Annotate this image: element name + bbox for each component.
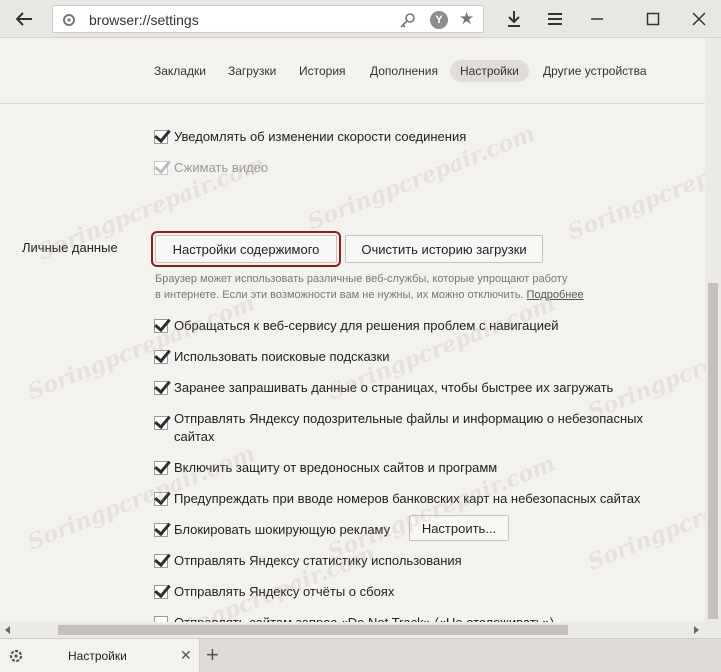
checkbox[interactable]	[154, 461, 168, 475]
settings-nav: Закладки Загрузки История Дополнения Нас…	[0, 38, 705, 104]
option-prefetch[interactable]: Заранее запрашивать данные о страницах, …	[154, 379, 613, 397]
option-usage-statistics[interactable]: Отправлять Яндексу статистику использова…	[154, 552, 462, 570]
arrow-left-icon	[15, 12, 32, 26]
checkbox	[154, 161, 168, 175]
tab-bookmarks[interactable]: Закладки	[154, 64, 206, 78]
checkbox[interactable]	[154, 523, 168, 537]
tab-history[interactable]: История	[299, 64, 346, 78]
clear-download-history-button[interactable]: Очистить историю загрузки	[345, 235, 543, 263]
browser-tab-settings[interactable]: Настройки ✕	[0, 639, 200, 672]
content-settings-button[interactable]: Настройки содержимого	[151, 231, 341, 267]
tab-other-devices[interactable]: Другие устройства	[543, 64, 647, 78]
back-button[interactable]	[10, 6, 38, 32]
watermark-text: Soringpcrepair.com	[583, 310, 705, 426]
scrollbar-corner	[705, 622, 721, 638]
more-link[interactable]: Подробнее	[527, 289, 584, 301]
settings-content: Уведомлять об изменении скорости соедине…	[0, 105, 705, 622]
minimize-icon[interactable]	[586, 8, 608, 30]
checkbox[interactable]	[154, 554, 168, 568]
checkbox[interactable]	[154, 416, 168, 430]
tab-extensions[interactable]: Дополнения	[370, 64, 438, 78]
scroll-left-icon[interactable]	[4, 626, 12, 634]
scroll-right-icon[interactable]	[692, 626, 700, 634]
checkbox[interactable]	[154, 130, 168, 144]
tab-close-icon[interactable]: ✕	[180, 647, 192, 664]
option-crash-reports[interactable]: Отправлять Яндексу отчёты о сбоях	[154, 583, 394, 601]
tab-strip: Настройки ✕ +	[0, 638, 721, 672]
vertical-scrollbar[interactable]	[705, 38, 721, 622]
option-navigation-service[interactable]: Обращаться к веб-сервису для решения про…	[154, 317, 559, 335]
key-icon[interactable]	[399, 12, 417, 28]
checkbox[interactable]	[154, 492, 168, 506]
option-block-shocking-ads[interactable]: Блокировать шокирующую рекламу	[154, 521, 390, 539]
gear-icon	[9, 649, 23, 663]
yandex-logo-icon[interactable]: Y	[430, 11, 448, 29]
watermark-text: Soringpcrepair.com	[583, 460, 705, 576]
new-tab-plus-icon[interactable]: +	[206, 643, 219, 667]
address-toolbar: browser://settings Y ★	[0, 0, 721, 38]
tab-downloads[interactable]: Загрузки	[228, 64, 276, 78]
option-do-not-track[interactable]: Отправлять сайтам запрос «Do Not Track» …	[154, 614, 554, 622]
omnibox[interactable]: browser://settings Y ★	[52, 5, 484, 33]
checkbox[interactable]	[154, 585, 168, 599]
checkbox[interactable]	[154, 381, 168, 395]
tab-title: Настройки	[68, 649, 127, 663]
vertical-scroll-thumb[interactable]	[708, 283, 718, 619]
star-icon[interactable]: ★	[459, 9, 474, 29]
menu-icon[interactable]	[544, 8, 566, 30]
watermark-text: Soringpcrepair.com	[563, 130, 705, 246]
option-compress-video: Сжимать видео	[154, 159, 268, 177]
settings-gear-icon	[63, 14, 75, 26]
close-icon[interactable]	[688, 8, 710, 30]
tab-settings[interactable]: Настройки	[450, 60, 529, 82]
option-send-suspicious-files[interactable]: Отправлять Яндексу подозрительные файлы …	[154, 410, 643, 446]
personal-data-description: Браузер может использовать различные веб…	[155, 273, 584, 301]
option-connection-speed[interactable]: Уведомлять об изменении скорости соедине…	[154, 128, 466, 146]
option-card-warning[interactable]: Предупреждать при вводе номеров банковск…	[154, 490, 640, 508]
configure-ads-button[interactable]: Настроить...	[409, 515, 509, 541]
option-search-suggestions[interactable]: Использовать поисковые подсказки	[154, 348, 390, 366]
url-text[interactable]: browser://settings	[89, 12, 199, 28]
horizontal-scroll-thumb[interactable]	[58, 625, 568, 635]
horizontal-scrollbar[interactable]	[0, 622, 705, 638]
option-malware-protection[interactable]: Включить защиту от вредоносных сайтов и …	[154, 459, 497, 477]
download-icon[interactable]	[503, 8, 525, 30]
checkbox[interactable]	[154, 319, 168, 333]
section-title-personal-data: Личные данные	[22, 240, 118, 255]
checkbox[interactable]	[154, 350, 168, 364]
maximize-icon[interactable]	[642, 8, 664, 30]
